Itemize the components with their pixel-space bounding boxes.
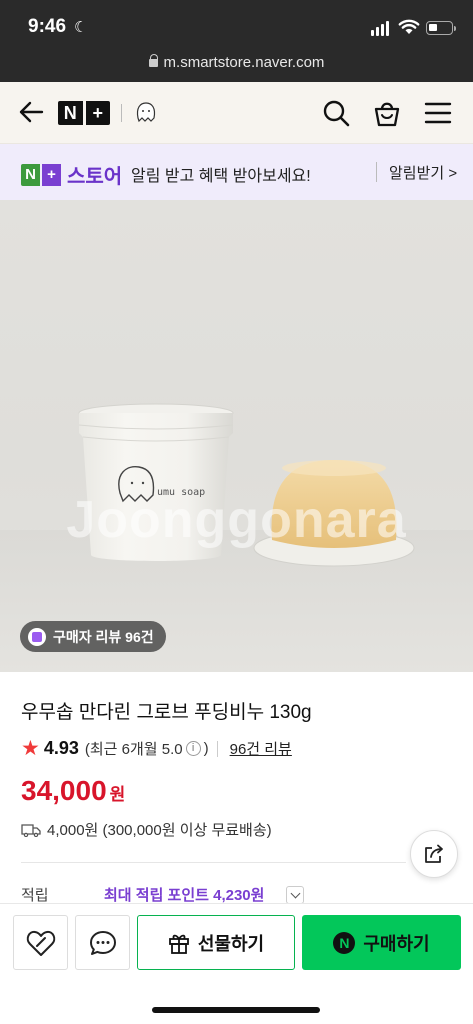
rating-row: ★ 4.93 (최근 6개월 5.0 i ) 96건 리뷰 [21, 738, 292, 759]
share-button[interactable] [410, 830, 458, 878]
logo-letter: N [63, 103, 77, 123]
naver-plus-store-logo: N + 스토어 [21, 160, 122, 189]
browser-chrome: 9:46 ☾ m.smartstore.naver.com [0, 0, 473, 82]
image-watermark: Joonggonara [66, 491, 407, 549]
product-title: 우무솝 만다린 그로브 푸딩비누 130g [21, 702, 312, 723]
rating-divider [216, 740, 218, 757]
talk-talk-button[interactable] [75, 915, 130, 970]
recent-rating-close: ) [203, 740, 209, 757]
price-currency: 원 [109, 785, 126, 804]
logo-plus: + [82, 101, 111, 125]
brand-logo-icon[interactable] [131, 98, 161, 128]
share-icon [425, 844, 443, 863]
cellular-signal-icon [371, 20, 389, 36]
battery-icon [426, 21, 456, 35]
delivery-truck-icon [21, 823, 41, 837]
notification-subscribe-link[interactable]: 알림받기 > [389, 162, 457, 183]
buyer-review-chip[interactable]: 구매자 리뷰 96건 [20, 621, 166, 652]
review-count-link[interactable]: 96건 리뷰 [230, 738, 292, 759]
price-amount: 34,000 [21, 775, 107, 806]
wifi-icon [398, 19, 420, 34]
store-badge-plus: + [40, 163, 61, 186]
heart-icon [26, 930, 55, 956]
banner-message: 알림 받고 혜택 받아보세요! [131, 168, 311, 185]
status-time: 9:46 [28, 16, 67, 37]
shipping-text: 4,000원 (300,000원 이상 무료배송) [47, 822, 272, 839]
gift-button[interactable]: 선물하기 [137, 915, 295, 970]
buy-button-label: 구매하기 [363, 933, 430, 954]
back-arrow-icon[interactable] [18, 100, 44, 124]
store-badge-letter: N [25, 165, 36, 183]
product-image[interactable]: umu soap Joonggonara 구매자 리뷰 96건 [0, 200, 473, 672]
bottom-action-bar: 선물하기 N 구매하기 [0, 903, 473, 1024]
store-notification-banner: N + 스토어 알림 받고 혜택 받아보세요! 알림받기 > [0, 144, 473, 200]
url-text: m.smartstore.naver.com [163, 54, 325, 71]
buy-button[interactable]: N 구매하기 [302, 915, 461, 970]
naver-pay-icon: N [333, 931, 356, 954]
store-header: N + [0, 82, 473, 144]
shopping-bag-icon[interactable] [372, 98, 402, 128]
search-icon[interactable] [322, 99, 350, 127]
recent-rating: (최근 6개월 5.0 [84, 741, 183, 758]
review-photo-icon [28, 627, 46, 646]
address-bar[interactable]: m.smartstore.naver.com [0, 54, 473, 71]
chat-bubble-icon [89, 930, 116, 955]
store-text: 스토어 [67, 166, 123, 188]
shipping-info: 4,000원 (300,000원 이상 무료배송) [21, 819, 272, 840]
price: 34,000 원 [21, 775, 125, 807]
moon-icon: ☾ [74, 19, 88, 36]
info-icon[interactable]: i [185, 741, 201, 756]
points-label: 적립 [21, 887, 49, 904]
header-divider [121, 104, 122, 122]
review-chip-label: 구매자 리뷰 96건 [53, 628, 154, 645]
chevron-down-icon[interactable] [286, 886, 304, 904]
home-indicator[interactable] [152, 1007, 320, 1013]
rating-value: 4.93 [43, 738, 79, 758]
product-page: 9:46 ☾ m.smartstore.naver.com N + N + 스토… [0, 0, 473, 1024]
gift-button-label: 선물하기 [197, 933, 265, 954]
star-icon: ★ [21, 736, 40, 760]
gift-box-icon [168, 934, 189, 954]
banner-divider [376, 162, 377, 182]
section-divider [21, 862, 406, 863]
wishlist-button[interactable] [13, 915, 68, 970]
menu-icon[interactable] [424, 101, 452, 125]
naver-plus-logo[interactable]: N + [58, 101, 110, 125]
lock-icon [148, 54, 159, 67]
max-points-value: 최대 적립 포인트 4,230원 [104, 887, 265, 904]
